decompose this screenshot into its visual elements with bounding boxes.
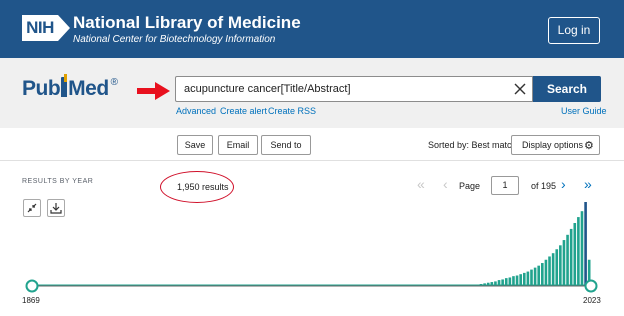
timeline-bar[interactable] <box>497 280 501 286</box>
timeline-bar[interactable] <box>533 267 537 287</box>
clear-icon[interactable] <box>511 80 529 98</box>
nih-badge: NIH <box>22 15 74 41</box>
timeline-bar[interactable] <box>569 228 573 286</box>
create-rss-link[interactable]: Create RSS <box>268 106 316 116</box>
last-page-icon[interactable]: » <box>584 176 592 192</box>
page-total: of 195 <box>531 181 557 191</box>
timeline-bar[interactable] <box>515 275 519 287</box>
nih-badge-text: NIH <box>22 15 58 41</box>
timeline-bar[interactable] <box>530 269 533 286</box>
nih-title[interactable]: National Library of Medicine <box>73 13 301 33</box>
timeline-bar[interactable] <box>566 234 569 286</box>
user-guide-link[interactable]: User Guide <box>561 106 607 116</box>
page-label: Page <box>459 181 481 191</box>
results-by-year-label: RESULTS BY YEAR <box>22 178 94 185</box>
timeline-bar[interactable] <box>544 259 548 286</box>
timeline-bar[interactable] <box>584 202 587 286</box>
timeline-bar[interactable] <box>580 211 584 286</box>
timeline-end-year: 2023 <box>583 296 601 305</box>
pubmed-logo-pub: Pub <box>22 77 61 100</box>
search-query-text: acupuncture cancer[Title/Abstract] <box>184 83 351 95</box>
timeline-bar[interactable] <box>519 274 522 286</box>
email-button[interactable]: Email <box>218 135 258 155</box>
gear-icon: ⚙ <box>584 139 594 152</box>
timeline-bar[interactable] <box>577 217 580 286</box>
timeline-bar[interactable] <box>522 272 526 287</box>
advanced-link[interactable]: Advanced <box>176 106 216 116</box>
timeline-start-year: 1869 <box>22 296 40 305</box>
timeline-bar[interactable] <box>508 277 512 286</box>
search-input[interactable]: acupuncture cancer[Title/Abstract] <box>175 76 533 102</box>
toolbar-divider <box>0 160 624 161</box>
timeline-end-handle[interactable] <box>584 279 598 293</box>
create-alert-link[interactable]: Create alert <box>220 106 267 116</box>
nih-subtitle: National Center for Biotechnology Inform… <box>73 34 276 45</box>
save-button[interactable]: Save <box>177 135 213 155</box>
timeline-bar[interactable] <box>551 253 555 286</box>
timeline-bar[interactable] <box>573 223 577 286</box>
timeline-bar[interactable] <box>504 278 508 287</box>
pubmed-logo-med: Med <box>68 77 109 100</box>
nih-header: NIH National Library of Medicine Nationa… <box>0 0 624 58</box>
timeline-bar[interactable] <box>537 265 541 286</box>
timeline-bar[interactable] <box>548 256 551 286</box>
red-annotation-arrow-icon <box>137 82 170 100</box>
first-page-icon[interactable]: « <box>417 176 425 192</box>
results-timeline-chart[interactable] <box>0 196 624 316</box>
next-page-icon[interactable]: › <box>561 176 566 192</box>
search-button[interactable]: Search <box>533 76 601 102</box>
timeline-bar[interactable] <box>555 249 559 286</box>
sort-order-label[interactable]: Sorted by: Best match <box>428 140 517 150</box>
timeline-bar[interactable] <box>490 282 494 286</box>
previous-page-icon[interactable]: ‹ <box>443 176 448 192</box>
timeline-bar[interactable] <box>559 245 562 286</box>
timeline-bar[interactable] <box>512 276 515 286</box>
pubmed-logo[interactable]: Pub Med ® <box>22 74 119 105</box>
timeline-bar[interactable] <box>526 271 530 286</box>
timeline-bar[interactable] <box>501 279 504 286</box>
nih-badge-arrow <box>58 15 70 41</box>
timeline-bar[interactable] <box>494 281 497 286</box>
page-number-input[interactable]: 1 <box>491 176 519 195</box>
login-button[interactable]: Log in <box>548 17 600 44</box>
nih-logo[interactable]: NIH <box>22 15 74 41</box>
send-to-button[interactable]: Send to <box>261 135 311 155</box>
pubmed-book-icon <box>61 74 68 97</box>
timeline-bar[interactable] <box>541 263 544 286</box>
timeline-start-handle[interactable] <box>25 279 39 293</box>
registered-mark: ® <box>110 77 119 88</box>
timeline-bar[interactable] <box>562 240 566 286</box>
